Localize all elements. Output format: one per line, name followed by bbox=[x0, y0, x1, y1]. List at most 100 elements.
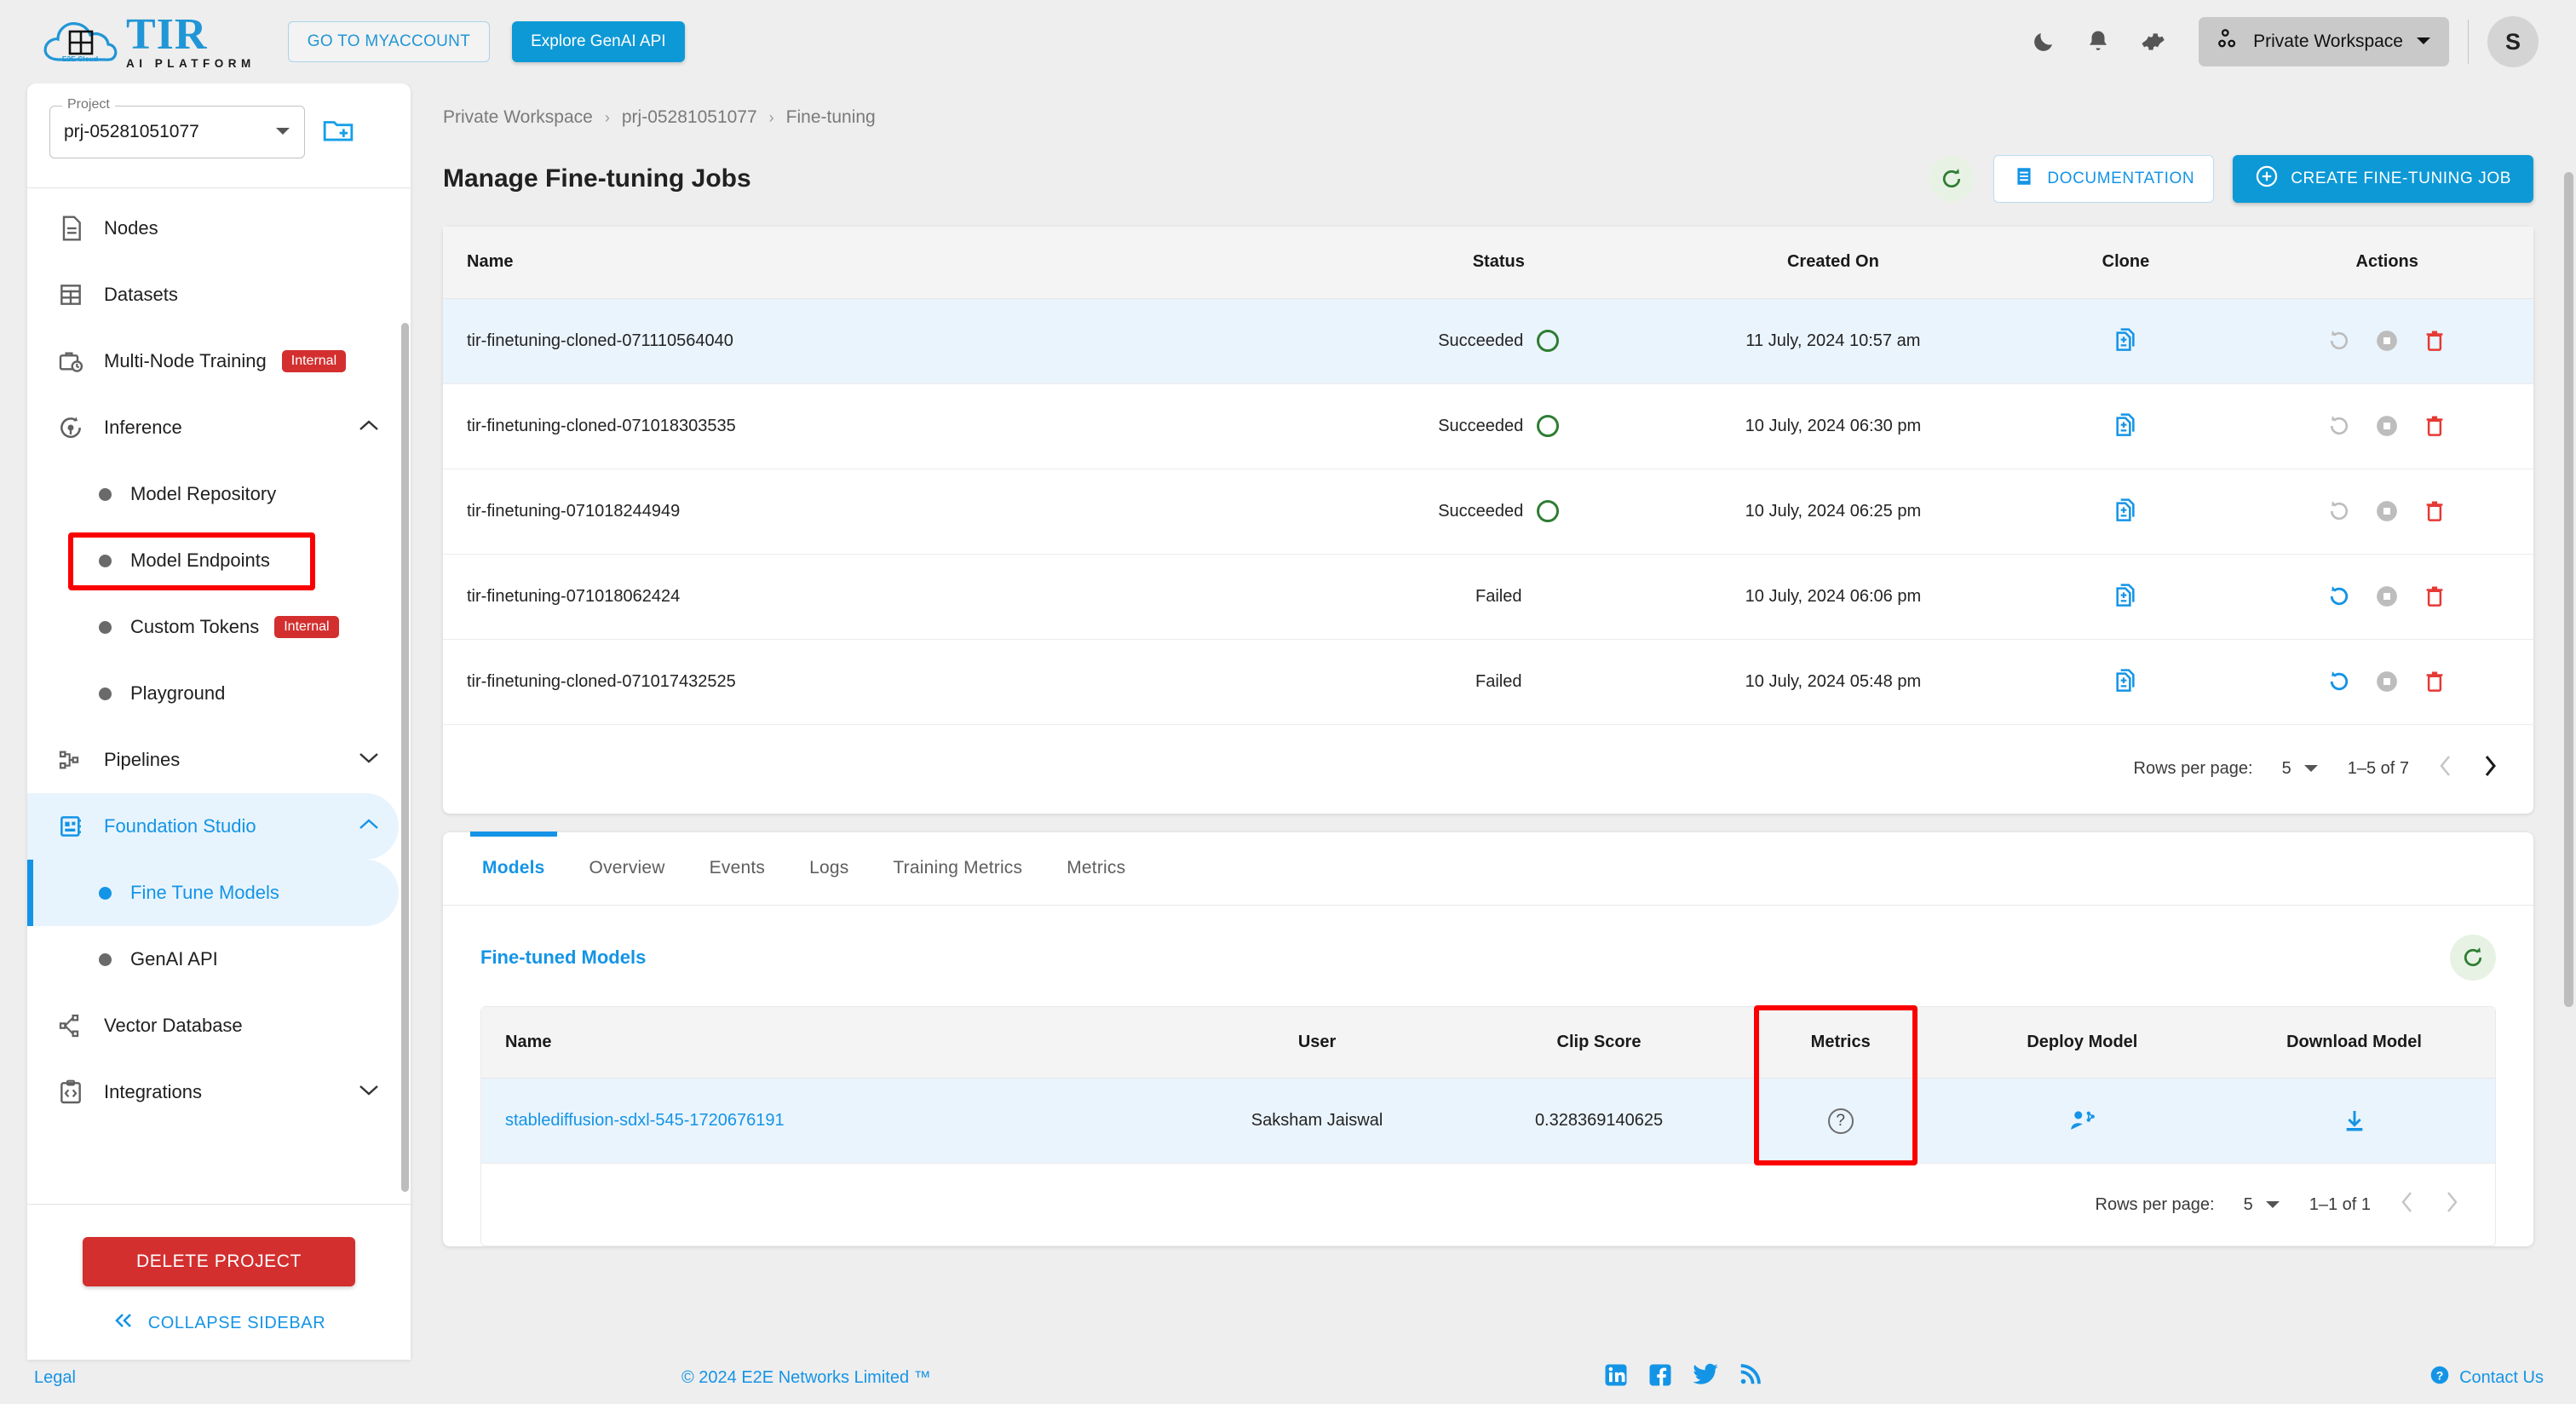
stop-icon[interactable] bbox=[2374, 669, 2400, 694]
tab-overview[interactable]: Overview bbox=[567, 831, 687, 905]
clone-document-icon[interactable] bbox=[2112, 668, 2139, 695]
sidebar-item-label: Custom Tokens bbox=[130, 616, 260, 637]
stop-icon[interactable] bbox=[2374, 328, 2400, 354]
tab-metrics[interactable]: Metrics bbox=[1044, 831, 1147, 905]
column-header-status: Status bbox=[1342, 227, 1656, 299]
collapse-sidebar-button[interactable]: COLLAPSE SIDEBAR bbox=[27, 1286, 411, 1360]
download-icon[interactable] bbox=[2341, 1108, 2368, 1135]
trash-icon[interactable] bbox=[2422, 328, 2447, 354]
chevron-down-icon bbox=[2303, 759, 2319, 779]
sidebar-item-model-endpoints[interactable]: Model Endpoints bbox=[27, 527, 399, 594]
table-row[interactable]: tir-finetuning-071018062424 Failed 10 Ju… bbox=[443, 554, 2533, 640]
table-row[interactable]: tir-finetuning-cloned-071017432525 Faile… bbox=[443, 639, 2533, 725]
breadcrumb-item-finetuning[interactable]: Fine-tuning bbox=[786, 107, 876, 128]
chevron-right-icon[interactable] bbox=[2482, 754, 2498, 784]
footer-social-links bbox=[1603, 1362, 1762, 1393]
chevron-right-icon[interactable] bbox=[2444, 1190, 2459, 1220]
trash-icon[interactable] bbox=[2422, 413, 2447, 439]
restart-icon[interactable] bbox=[2326, 328, 2352, 354]
sidebar-item-genai-api[interactable]: GenAI API bbox=[27, 926, 399, 993]
sidebar-item-playground[interactable]: Playground bbox=[27, 660, 399, 727]
brand-logo[interactable]: E2E Cloud TIR AI PLATFORM bbox=[41, 12, 256, 70]
restart-icon[interactable] bbox=[2326, 413, 2352, 439]
table-row[interactable]: tir-finetuning-cloned-071018303535 Succe… bbox=[443, 383, 2533, 469]
table-row[interactable]: tir-finetuning-071018244949 Succeeded 10… bbox=[443, 469, 2533, 555]
status-label: Succeeded bbox=[1438, 331, 1524, 350]
bell-icon[interactable] bbox=[2079, 22, 2118, 61]
clone-document-icon[interactable] bbox=[2112, 412, 2139, 440]
refresh-icon[interactable] bbox=[2450, 934, 2496, 981]
stop-icon[interactable] bbox=[2374, 498, 2400, 524]
table-row[interactable]: stablediffusion-sdxl-545-1720676191 Saks… bbox=[481, 1078, 2495, 1164]
gear-icon[interactable] bbox=[2133, 22, 2172, 61]
model-name-cell: stablediffusion-sdxl-545-1720676191 bbox=[481, 1078, 1166, 1164]
create-fine-tuning-job-button[interactable]: CREATE FINE-TUNING JOB bbox=[2233, 155, 2533, 203]
chevron-left-icon[interactable] bbox=[2400, 1190, 2415, 1220]
footer-contact-us[interactable]: ? Contact Us bbox=[2429, 1364, 2544, 1391]
sidebar-item-integrations[interactable]: Integrations bbox=[27, 1059, 399, 1125]
page-header-actions: DOCUMENTATION CREATE FINE-TUNING JOB bbox=[1929, 155, 2533, 203]
trash-icon[interactable] bbox=[2422, 584, 2447, 609]
rows-per-page-select[interactable]: 5 bbox=[2282, 759, 2319, 779]
sidebar-item-foundation-studio[interactable]: Foundation Studio bbox=[27, 793, 399, 860]
jobs-pagination: Rows per page: 5 1–5 of 7 bbox=[443, 725, 2533, 814]
deploy-model-icon[interactable] bbox=[2067, 1107, 2096, 1136]
job-actions-cell bbox=[2240, 554, 2533, 640]
twitter-icon[interactable] bbox=[1692, 1362, 1719, 1393]
status-label: Succeeded bbox=[1438, 416, 1524, 435]
workspace-selector[interactable]: Private Workspace bbox=[2199, 17, 2449, 66]
sidebar-item-label: Vector Database bbox=[104, 1015, 243, 1036]
clone-document-icon[interactable] bbox=[2112, 498, 2139, 525]
sidebar-item-model-repository[interactable]: Model Repository bbox=[27, 461, 399, 527]
sidebar-scrollbar[interactable] bbox=[401, 323, 409, 1192]
linkedin-icon[interactable] bbox=[1603, 1362, 1629, 1393]
sidebar-item-nodes[interactable]: Nodes bbox=[27, 195, 399, 262]
sidebar-item-datasets[interactable]: Datasets bbox=[27, 262, 399, 328]
stop-icon[interactable] bbox=[2374, 584, 2400, 609]
sidebar-item-inference[interactable]: Inference bbox=[27, 394, 399, 461]
clone-document-icon[interactable] bbox=[2112, 327, 2139, 354]
refresh-icon[interactable] bbox=[1929, 156, 1975, 202]
sidebar-item-vector-database[interactable]: Vector Database bbox=[27, 993, 399, 1059]
rss-icon[interactable] bbox=[1738, 1363, 1762, 1392]
restart-icon[interactable] bbox=[2326, 498, 2352, 524]
table-row[interactable]: tir-finetuning-cloned-071110564040 Succe… bbox=[443, 298, 2533, 384]
documentation-button[interactable]: DOCUMENTATION bbox=[1993, 155, 2215, 203]
tab-events[interactable]: Events bbox=[687, 831, 787, 905]
sidebar-item-custom-tokens[interactable]: Custom Tokens Internal bbox=[27, 594, 399, 660]
sidebar-item-label: Fine Tune Models bbox=[130, 882, 279, 903]
question-mark-icon[interactable]: ? bbox=[1827, 1108, 1854, 1134]
footer-legal-link[interactable]: Legal bbox=[34, 1368, 76, 1388]
tab-logs[interactable]: Logs bbox=[787, 831, 871, 905]
breadcrumb-item-project[interactable]: prj-05281051077 bbox=[622, 107, 757, 128]
sidebar-item-label: Model Repository bbox=[130, 483, 277, 504]
chevron-left-icon[interactable] bbox=[2438, 754, 2453, 784]
sidebar-item-multi-node-training[interactable]: Multi-Node Training Internal bbox=[27, 328, 399, 394]
sidebar-item-fine-tune-models[interactable]: Fine Tune Models bbox=[27, 860, 399, 926]
restart-icon[interactable] bbox=[2326, 584, 2352, 609]
moon-icon[interactable] bbox=[2024, 22, 2063, 61]
explore-genai-api-button[interactable]: Explore GenAI API bbox=[512, 21, 685, 62]
breadcrumb-item-workspace[interactable]: Private Workspace bbox=[443, 107, 593, 128]
stop-icon[interactable] bbox=[2374, 413, 2400, 439]
rows-per-page-select[interactable]: 5 bbox=[2244, 1195, 2280, 1215]
model-name-link[interactable]: stablediffusion-sdxl-545-1720676191 bbox=[505, 1111, 785, 1130]
delete-project-button[interactable]: DELETE PROJECT bbox=[83, 1237, 355, 1286]
clone-document-icon[interactable] bbox=[2112, 583, 2139, 610]
model-user: Saksham Jaiswal bbox=[1165, 1078, 1469, 1164]
project-select[interactable]: Project prj-05281051077 bbox=[49, 97, 305, 158]
tab-models[interactable]: Models bbox=[460, 831, 567, 905]
trash-icon[interactable] bbox=[2422, 669, 2447, 694]
go-to-myaccount-button[interactable]: GO TO MYACCOUNT bbox=[287, 21, 491, 62]
trash-icon[interactable] bbox=[2422, 498, 2447, 524]
tab-training-metrics[interactable]: Training Metrics bbox=[871, 831, 1044, 905]
facebook-icon[interactable] bbox=[1647, 1362, 1673, 1393]
sidebar-item-label: Playground bbox=[130, 682, 226, 704]
new-folder-icon[interactable] bbox=[322, 117, 354, 148]
restart-icon[interactable] bbox=[2326, 669, 2352, 694]
avatar[interactable]: S bbox=[2487, 16, 2539, 67]
job-clone-cell bbox=[2010, 554, 2241, 640]
sidebar-item-pipelines[interactable]: Pipelines bbox=[27, 727, 399, 793]
job-clone-cell bbox=[2010, 469, 2241, 555]
main-scrollbar[interactable] bbox=[2564, 172, 2573, 1007]
